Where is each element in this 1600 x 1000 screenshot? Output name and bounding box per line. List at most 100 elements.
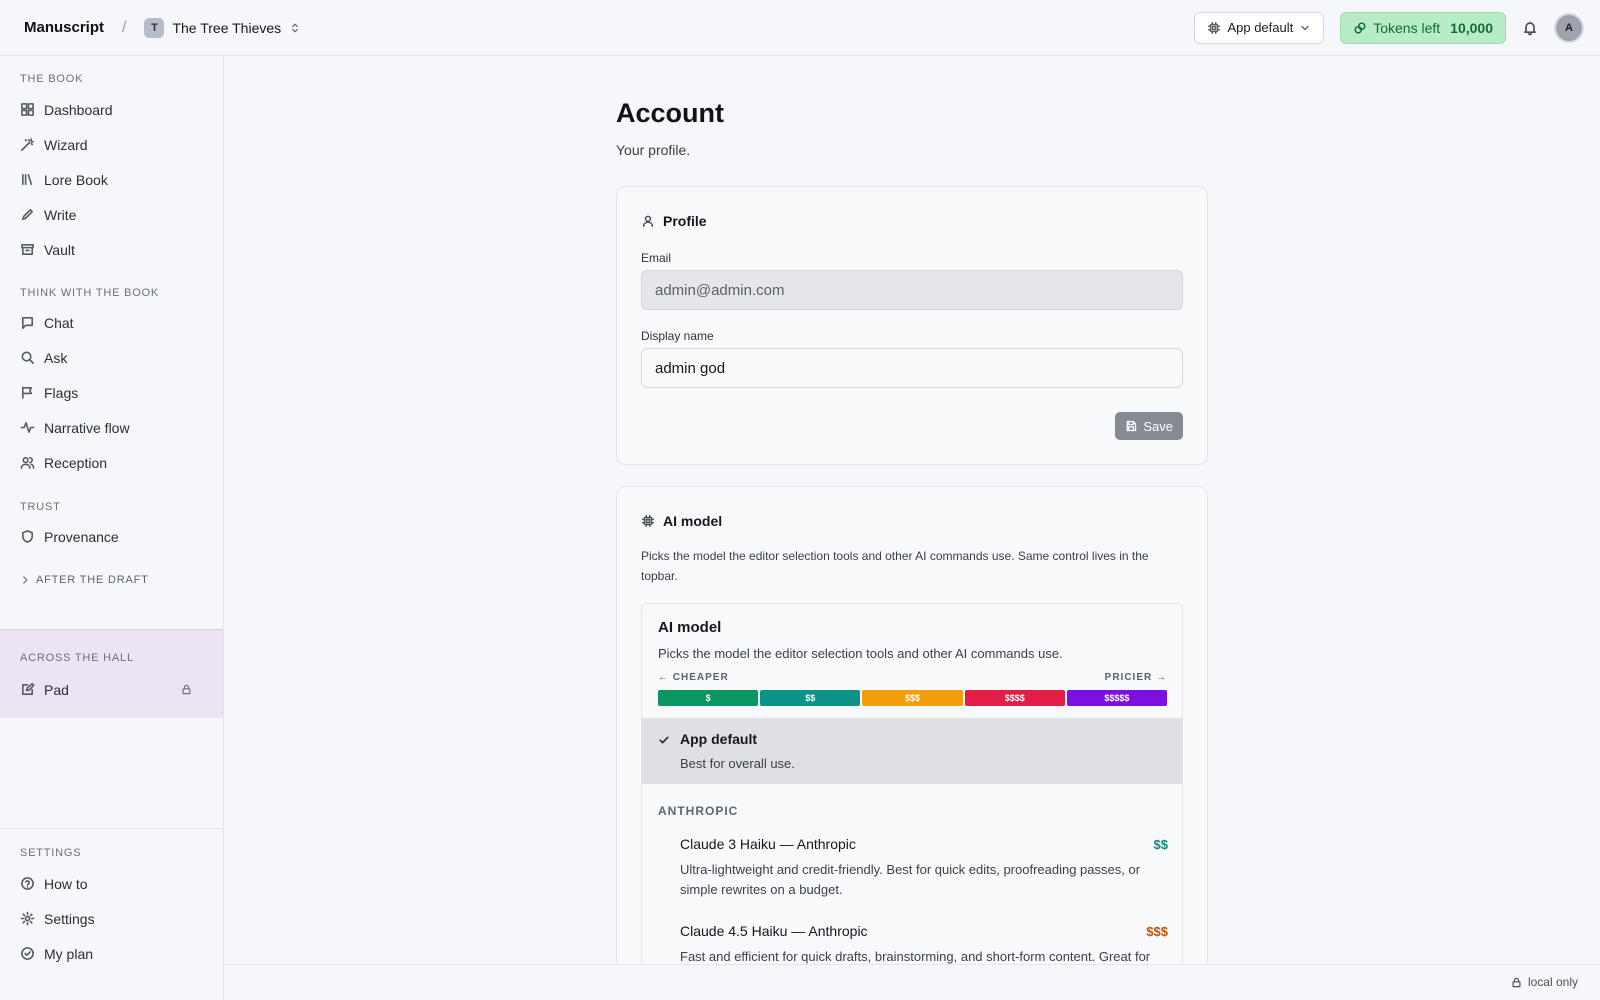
sidebar-item-label: Write xyxy=(44,206,77,223)
model-picker-title: AI model xyxy=(658,619,722,636)
topbar: Manuscript / T The Tree Thieves App defa… xyxy=(0,0,1600,56)
coins-icon xyxy=(1353,21,1367,35)
local-only-label: local only xyxy=(1527,975,1578,989)
project-name[interactable]: The Tree Thieves xyxy=(172,20,281,36)
edit-note-icon xyxy=(20,682,35,697)
sidebar-settings-section: SETTINGS How to Settings My plan xyxy=(0,828,223,962)
model-option-claude-3-haiku[interactable]: Claude 3 Haiku — Anthropic $$ Ultra-ligh… xyxy=(642,830,1182,902)
section-toggle-after-the-draft[interactable]: AFTER THE DRAFT xyxy=(0,574,149,586)
breadcrumb-separator: / xyxy=(122,18,127,36)
provider-heading: ANTHROPIC xyxy=(658,804,739,818)
sidebar-item-write[interactable]: Write xyxy=(0,197,223,232)
sidebar-item-dashboard[interactable]: Dashboard xyxy=(0,92,223,127)
model-option-description: Best for overall use. xyxy=(680,756,795,771)
model-option-name: Claude 3 Haiku — Anthropic xyxy=(680,836,856,852)
ai-model-description: Picks the model the editor selection too… xyxy=(641,549,1149,583)
model-option-app-default[interactable]: App default Best for overall use. xyxy=(642,718,1182,784)
archive-icon xyxy=(20,242,35,257)
activity-icon xyxy=(20,420,35,435)
sidebar-item-vault[interactable]: Vault xyxy=(0,232,223,267)
sidebar-item-lore-book[interactable]: Lore Book xyxy=(0,162,223,197)
sidebar-item-settings[interactable]: Settings xyxy=(0,901,223,936)
chevron-right-icon xyxy=(20,575,30,585)
lock-icon xyxy=(1511,977,1522,988)
cheaper-label: ← CHEAPER xyxy=(658,672,729,683)
save-label: Save xyxy=(1143,418,1173,434)
profile-heading: Profile xyxy=(663,213,707,229)
sidebar-item-label: Vault xyxy=(44,241,75,258)
tokens-count: 10,000 xyxy=(1450,19,1493,36)
chevron-up-down-icon[interactable] xyxy=(289,22,301,34)
sidebar-item-provenance[interactable]: Provenance xyxy=(0,519,223,554)
section-toggle-label: AFTER THE DRAFT xyxy=(36,574,149,586)
save-icon xyxy=(1125,420,1137,432)
sidebar-item-flags[interactable]: Flags xyxy=(0,375,223,410)
section-title-think: THINK WITH THE BOOK xyxy=(20,287,160,299)
email-field: admin@admin.com xyxy=(641,270,1183,310)
status-bar: local only xyxy=(224,964,1600,1000)
section-title-across-hall: ACROSS THE HALL xyxy=(20,652,134,664)
model-selector-button[interactable]: App default xyxy=(1194,11,1325,44)
user-icon xyxy=(641,214,655,228)
sidebar-item-label: Ask xyxy=(44,349,68,366)
section-title-the-book: THE BOOK xyxy=(20,73,84,85)
sidebar-item-reception[interactable]: Reception xyxy=(0,445,223,480)
across-the-hall-section: ACROSS THE HALL Pad xyxy=(0,629,223,718)
sidebar-item-label: Dashboard xyxy=(44,101,113,118)
shield-icon xyxy=(20,529,35,544)
sidebar-item-ask[interactable]: Ask xyxy=(0,340,223,375)
pencil-icon xyxy=(20,207,35,222)
chevron-down-icon xyxy=(1299,22,1311,34)
model-picker-panel: AI model Picks the model the editor sele… xyxy=(641,603,1183,973)
sidebar-item-narrative-flow[interactable]: Narrative flow xyxy=(0,410,223,445)
nav-group-think: Chat Ask Flags Narrative flow Reception xyxy=(0,305,223,480)
page-subtitle: Your profile. xyxy=(616,142,691,158)
email-label: Email xyxy=(641,251,672,265)
price-tier: $ xyxy=(658,690,759,706)
price-tier: $$$ xyxy=(862,690,963,706)
sidebar-item-label: Settings xyxy=(44,910,95,927)
gear-icon xyxy=(20,911,35,926)
nav-group-settings: How to Settings My plan xyxy=(0,866,223,971)
model-price-badge: $$ xyxy=(1153,837,1168,852)
grid-icon xyxy=(20,102,35,117)
brand-logo[interactable]: Manuscript xyxy=(24,19,104,36)
bell-icon[interactable] xyxy=(1522,20,1538,36)
model-picker-description: Picks the model the editor selection too… xyxy=(658,646,1063,661)
model-selector-label: App default xyxy=(1227,20,1294,35)
local-only-status: local only xyxy=(1511,975,1578,989)
lock-icon xyxy=(181,684,192,695)
nav-group-trust: Provenance xyxy=(0,519,223,554)
sidebar-item-wizard[interactable]: Wizard xyxy=(0,127,223,162)
price-tier: $$$$ xyxy=(964,690,1065,706)
price-tier: $$$$$ xyxy=(1066,690,1168,706)
price-tier: $$ xyxy=(760,690,861,706)
project-avatar: T xyxy=(144,17,165,38)
tokens-badge[interactable]: Tokens left 10,000 xyxy=(1340,11,1506,44)
user-avatar[interactable]: A xyxy=(1554,12,1584,43)
cpu-icon xyxy=(641,514,655,528)
sidebar-item-how-to[interactable]: How to xyxy=(0,866,223,901)
sidebar-item-label: Wizard xyxy=(44,136,88,153)
sidebar-item-my-plan[interactable]: My plan xyxy=(0,936,223,971)
price-scale-bar: $ $$ $$$ $$$$ $$$$$ xyxy=(658,690,1168,706)
sidebar-item-label: Reception xyxy=(44,454,108,471)
wand-icon xyxy=(20,137,35,152)
tokens-label: Tokens left xyxy=(1373,19,1441,36)
display-name-label: Display name xyxy=(641,329,714,343)
users-icon xyxy=(20,455,35,470)
model-option-name: App default xyxy=(680,731,757,747)
ai-model-heading: AI model xyxy=(663,513,723,529)
flag-icon xyxy=(20,385,35,400)
sidebar-item-pad[interactable]: Pad xyxy=(0,672,223,707)
page-title: Account xyxy=(616,98,724,128)
sidebar-item-label: Lore Book xyxy=(44,171,108,188)
nav-group-the-book: Dashboard Wizard Lore Book Write Vault xyxy=(0,92,223,267)
sidebar-item-label: Pad xyxy=(44,681,69,698)
save-button[interactable]: Save xyxy=(1115,412,1183,440)
sidebar-item-chat[interactable]: Chat xyxy=(0,305,223,340)
sidebar-item-label: How to xyxy=(44,875,88,892)
display-name-field[interactable]: admin god xyxy=(641,348,1183,388)
ai-model-card: AI model Picks the model the editor sele… xyxy=(616,486,1208,1000)
chat-icon xyxy=(20,315,35,330)
